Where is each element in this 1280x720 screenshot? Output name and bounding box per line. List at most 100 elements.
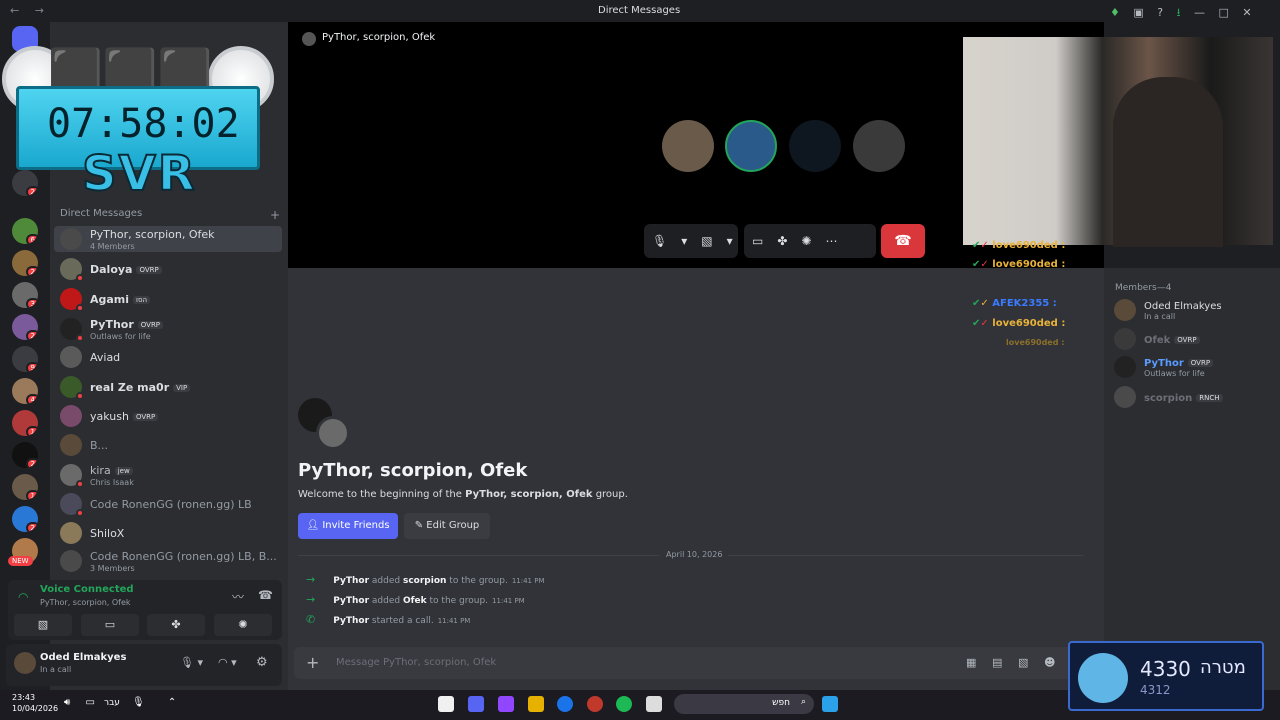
chrome-icon[interactable] xyxy=(557,696,573,712)
msg-actor[interactable]: PyThor xyxy=(333,576,369,586)
tray-icons[interactable]: 🎙︎ ⌃ xyxy=(132,697,186,708)
disconnect-icon[interactable]: ☎ xyxy=(258,588,273,602)
mic-controls[interactable]: 🎙︎ ▾ ▧ ▾ xyxy=(644,224,738,258)
taskbar-time[interactable]: 23:43 xyxy=(12,693,35,702)
mic-icon[interactable]: 🎙︎ ▾ xyxy=(180,656,203,669)
help-icon[interactable]: ? xyxy=(1157,6,1163,19)
mic-icon[interactable]: 🎙︎ xyxy=(652,234,667,248)
voice-channel[interactable]: PyThor, scorpion, Ofek xyxy=(40,598,131,607)
call-actions[interactable]: ▭ ✤ ✺ ⋯ xyxy=(744,224,876,258)
app-icon[interactable] xyxy=(587,696,603,712)
msg-rest: to the group. xyxy=(449,576,508,586)
member-item[interactable]: Ofek OVRP xyxy=(1114,328,1200,350)
chevron-down-icon[interactable]: ▾ xyxy=(727,234,733,248)
chevron-down-icon[interactable]: ▾ xyxy=(681,234,687,248)
server-icon[interactable]: 2 xyxy=(12,314,38,340)
settings-icon[interactable]: ⚙ xyxy=(256,655,268,670)
member-item[interactable]: PyThor OVRP Outlaws for life xyxy=(1114,356,1214,378)
chat-user: love690ded : xyxy=(992,318,1066,329)
composer-placeholder[interactable]: Message PyThor, scorpion, Ofek xyxy=(336,657,496,668)
server-icon[interactable]: 1 xyxy=(12,474,38,500)
attach-plus-icon[interactable]: + xyxy=(306,653,319,672)
avatar[interactable] xyxy=(14,652,36,674)
spotify-icon[interactable] xyxy=(616,696,632,712)
noise-suppression-icon[interactable]: 〰 xyxy=(232,588,244,605)
sticker-icon[interactable]: ▧ xyxy=(1018,656,1028,669)
avatar xyxy=(60,522,82,544)
server-icon[interactable]: 2 xyxy=(12,250,38,276)
nitro-icon[interactable]: ♦ xyxy=(1110,6,1120,19)
dm-item[interactable]: PyThor OVRP Outlaws for life xyxy=(54,316,282,342)
close-icon[interactable]: ✕ xyxy=(1242,6,1251,19)
dm-item[interactable]: PyThor, scorpion, Ofek 4 Members xyxy=(54,226,282,252)
gift-icon[interactable]: ▦ xyxy=(966,656,976,669)
dm-item[interactable]: B... xyxy=(54,432,282,458)
msg-target[interactable]: scorpion xyxy=(403,576,446,586)
unread-badge: 3 xyxy=(25,298,38,308)
add-dm-icon[interactable]: + xyxy=(270,208,280,222)
edit-group-button[interactable]: ✎ Edit Group xyxy=(404,513,490,539)
headphones-icon[interactable]: ◠ ▾ xyxy=(218,656,237,669)
discord-icon[interactable] xyxy=(468,696,484,712)
server-icon[interactable]: 2 xyxy=(12,442,38,468)
server-icon[interactable]: 9 xyxy=(12,346,38,372)
member-item[interactable]: Oded Elmakyes In a call xyxy=(1114,299,1222,321)
activities-button[interactable]: ✤ xyxy=(147,614,205,636)
dm-item[interactable]: real Ze ma0r VIP xyxy=(54,374,282,400)
member-item[interactable]: scorpion RNCH xyxy=(1114,386,1223,408)
msg-actor[interactable]: PyThor xyxy=(333,596,369,606)
download-icon[interactable]: ⭳ xyxy=(1177,4,1181,23)
server-icon[interactable]: 6 xyxy=(12,218,38,244)
participant-avatar[interactable] xyxy=(853,120,905,172)
more-icon[interactable]: ⋯ xyxy=(825,234,837,248)
msg-actor[interactable]: PyThor xyxy=(333,616,369,626)
app-icon[interactable] xyxy=(438,696,454,712)
participant-avatar[interactable] xyxy=(725,120,777,172)
activities-icon[interactable]: ✤ xyxy=(777,234,787,248)
screen-share-button[interactable]: ▭ xyxy=(81,614,139,636)
nav-arrows[interactable]: ← → xyxy=(10,4,50,17)
dm-item[interactable]: yakush OVRP xyxy=(54,403,282,429)
camera-off-icon[interactable]: ▧ xyxy=(701,234,712,248)
participant-avatar[interactable] xyxy=(662,120,714,172)
dm-item[interactable]: Code RonenGG (ronen.gg) LB xyxy=(54,491,282,517)
taskbar-date[interactable]: 10/04/2026 xyxy=(12,704,58,713)
language-indicator[interactable]: עבר xyxy=(104,698,120,708)
screen-share-icon[interactable]: ▭ xyxy=(752,234,763,248)
dm-item[interactable]: Aviad xyxy=(54,344,282,370)
server-icon[interactable]: 4 xyxy=(12,378,38,404)
emoji-icon[interactable]: ☻ xyxy=(1044,656,1055,669)
dm-item[interactable]: kira jew Chris Isaak xyxy=(54,462,282,488)
gif-icon[interactable]: ▤ xyxy=(992,656,1002,669)
message-composer[interactable]: + Message PyThor, scorpion, Ofek ▦ ▤ ▧ ☻ xyxy=(294,647,1074,679)
msg-target[interactable]: Ofek xyxy=(403,596,427,606)
tray-icons[interactable]: 🔊︎ ▭ xyxy=(64,697,101,708)
video-off-button[interactable]: ▧ xyxy=(14,614,72,636)
file-explorer-icon[interactable] xyxy=(646,696,662,712)
maximize-icon[interactable]: □ xyxy=(1218,6,1228,19)
windows-start-icon[interactable] xyxy=(822,696,838,712)
soundboard-button[interactable]: ✺ xyxy=(214,614,272,636)
end-call-button[interactable]: ☎ xyxy=(881,224,925,258)
app-icon[interactable] xyxy=(528,696,544,712)
taskbar-search[interactable]: חפש ⌕ xyxy=(674,694,814,714)
participant-avatar[interactable] xyxy=(789,120,841,172)
dm-item[interactable]: Daloya OVRP xyxy=(54,256,282,282)
inbox-icon[interactable]: ▣ xyxy=(1133,6,1143,19)
dm-item[interactable]: ShiloX xyxy=(54,520,282,546)
unread-badge: 2 xyxy=(25,522,38,532)
dm-item[interactable]: Code RonenGG (ronen.gg) LB, B... 3 Member… xyxy=(54,548,282,574)
dm-item[interactable]: Agami הסו xyxy=(54,286,282,312)
goal-value: 4330 xyxy=(1140,657,1191,681)
activities-icon: ✤ xyxy=(171,618,181,631)
window-controls[interactable]: ♦ ▣ ? ⭳ — □ ✕ xyxy=(1100,4,1252,23)
window-titlebar: ← → Direct Messages ♦ ▣ ? ⭳ — □ ✕ xyxy=(0,0,1280,22)
soundboard-icon[interactable]: ✺ xyxy=(801,234,811,248)
server-icon[interactable]: 3 xyxy=(12,282,38,308)
minimize-icon[interactable]: — xyxy=(1194,6,1205,19)
invite-friends-button[interactable]: 👤︎ Invite Friends xyxy=(298,513,398,539)
server-icon[interactable]: 2 xyxy=(12,506,38,532)
screen-share-icon: ▭ xyxy=(104,618,116,631)
twitch-icon[interactable] xyxy=(498,696,514,712)
server-icon[interactable]: 1 xyxy=(12,410,38,436)
